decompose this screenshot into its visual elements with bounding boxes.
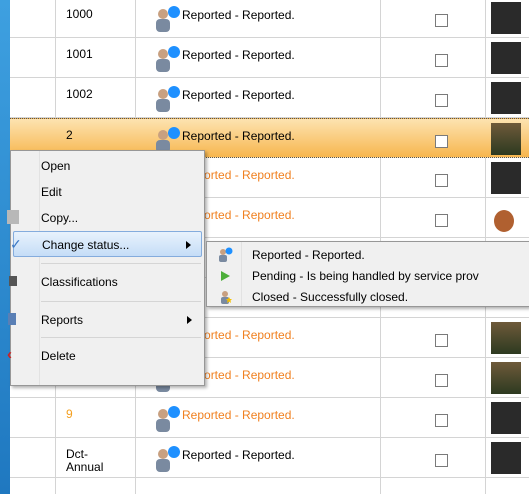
menu-item-copy[interactable]: Copy... [7,205,202,231]
row-checkbox[interactable] [435,174,448,187]
menu-item-label: Edit [41,185,62,199]
menu-item-label: Open [41,159,71,173]
person-chat-icon [156,406,180,432]
avatar [494,210,514,232]
menu-item-change-status[interactable]: ✓ Change status... [10,231,202,257]
avatar [491,322,521,354]
checkmark-icon: ✓ [10,236,22,252]
play-icon [221,271,230,281]
person-chat-icon [156,6,180,32]
row-checkbox[interactable] [435,94,448,107]
submenu-arrow-icon [186,241,191,249]
row-checkbox[interactable] [435,214,448,227]
status-text: Reported - Reported. [182,448,295,462]
menu-separator [41,263,201,264]
menu-item-reports[interactable]: Reports [8,307,202,333]
avatar [491,123,521,155]
status-text: Reported - Reported. [182,48,295,62]
status-option-label: Reported - Reported. [252,248,365,262]
copy-icon [7,210,19,224]
person-star-icon [221,291,232,304]
menu-item-label: Delete [41,349,76,363]
menu-item-label: Classifications [41,275,118,289]
menu-item-label: Copy... [41,211,79,225]
table-row[interactable]: 9 Reported - Reported. [10,398,529,438]
row-id: 1001 [66,47,93,61]
row-id: 1002 [66,87,93,101]
row-checkbox[interactable] [435,14,448,27]
avatar [491,442,521,474]
menu-separator [41,301,201,302]
avatar [491,362,521,394]
status-option-pending[interactable]: Pending - Is being handled by service pr… [207,265,529,287]
row-checkbox[interactable] [435,414,448,427]
status-text: Reported - Reported. [182,8,295,22]
person-chat-icon [156,86,180,112]
avatar [491,402,521,434]
row-checkbox[interactable] [435,334,448,347]
status-text: Reported - Reported. [182,129,295,143]
table-row[interactable]: 1002 Reported - Reported. [10,78,529,118]
row-id: Dct- Annual [66,447,104,474]
person-chat-icon [219,247,233,262]
status-text: Reported - Reported. [182,88,295,102]
row-checkbox[interactable] [435,54,448,67]
delete-icon: ‹ [7,346,12,363]
status-submenu: Reported - Reported. Pending - Is being … [206,241,529,307]
menu-separator [41,337,201,338]
table-row[interactable]: 1000 Reported - Reported. [10,0,529,38]
avatar [491,2,521,34]
menu-item-classifications[interactable]: Classifications [9,269,202,295]
menu-item-open[interactable]: Open [13,153,202,179]
row-id: 1000 [66,7,93,21]
table-row[interactable]: Dct- Annual Reported - Reported. [10,438,529,478]
row-checkbox[interactable] [435,374,448,387]
status-text: Reported - Reported. [182,408,295,422]
avatar [491,82,521,114]
table-row[interactable]: 1001 Reported - Reported. [10,38,529,78]
context-menu: Open Edit Copy... ✓ Change status... Cla… [7,150,205,386]
status-option-reported[interactable]: Reported - Reported. [207,244,529,266]
menu-item-delete[interactable]: ‹ Delete [7,343,202,369]
submenu-arrow-icon [187,316,192,324]
row-id: 2 [66,128,73,142]
row-checkbox[interactable] [435,135,448,148]
menu-item-label: Reports [41,313,84,327]
status-option-label: Pending - Is being handled by service pr… [252,269,479,283]
status-option-label: Closed - Successfully closed. [252,290,409,304]
avatar [491,162,521,194]
classification-icon [9,276,17,286]
person-chat-icon [156,46,180,72]
row-checkbox[interactable] [435,454,448,467]
status-option-closed[interactable]: Closed - Successfully closed. [207,286,529,308]
menu-item-edit[interactable]: Edit [13,179,202,205]
report-icon [8,313,16,325]
row-id: 9 [66,407,73,421]
avatar [491,42,521,74]
menu-item-label: Change status... [42,238,130,252]
person-chat-icon [156,446,180,472]
